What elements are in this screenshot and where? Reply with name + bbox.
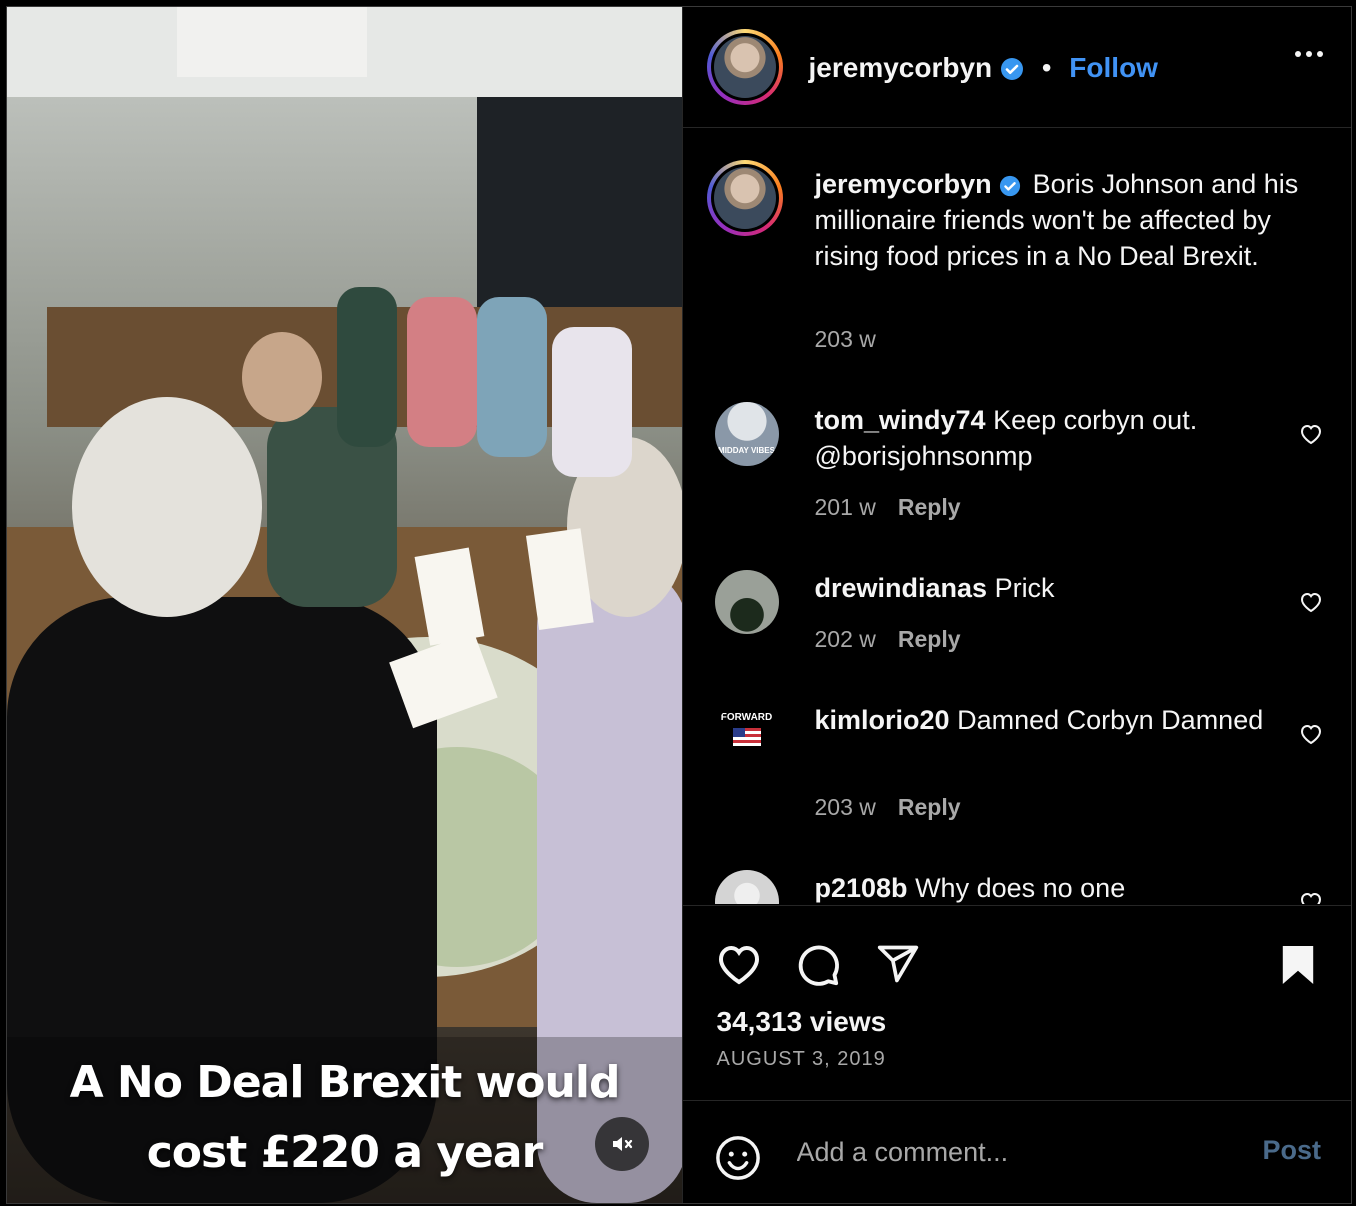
- comment-avatar[interactable]: [714, 570, 779, 634]
- follow-button[interactable]: Follow: [1069, 52, 1158, 83]
- video-caption-line1: A No Deal Brexit would: [69, 1057, 621, 1108]
- post-date: AUGUST 3, 2019: [716, 1048, 886, 1070]
- reply-button[interactable]: Reply: [898, 626, 961, 652]
- author-avatar[interactable]: [706, 29, 783, 105]
- mute-icon: [613, 1137, 633, 1151]
- post-comment-button[interactable]: Post: [1262, 1135, 1321, 1166]
- views-count: 34,313 views: [716, 1006, 887, 1037]
- comment-text: Prick: [994, 573, 1055, 603]
- comment-meta: 201 w Reply: [815, 494, 961, 521]
- comment-username[interactable]: tom_windy74: [815, 405, 986, 435]
- separator-dot: •: [1041, 52, 1052, 83]
- comment-time: 203 w: [814, 794, 876, 820]
- market-scene-image: [7, 7, 682, 1203]
- share-icon[interactable]: [875, 942, 921, 986]
- emoji-icon[interactable]: [715, 1135, 761, 1181]
- comment-time: 202 w: [814, 626, 876, 652]
- post-dialog: A No Deal Brexit would cost £220 a year …: [6, 6, 1352, 1204]
- comment-avatar[interactable]: [714, 870, 779, 904]
- post-actions: 34,313 views AUGUST 3, 2019: [682, 905, 1351, 1101]
- post-header: jeremycorbyn • Follow: [682, 7, 1351, 128]
- comment-text: Why does no one: [915, 873, 1126, 903]
- comment-avatar[interactable]: FORWARD: [714, 702, 779, 766]
- comment-username[interactable]: kimlorio20: [815, 705, 950, 735]
- comment-text-block: p2108b Why does no one: [815, 870, 1285, 904]
- author-username[interactable]: jeremycorbyn: [809, 52, 993, 83]
- mute-button[interactable]: [595, 1117, 649, 1171]
- caption-username[interactable]: jeremycorbyn: [815, 169, 992, 199]
- comment-avatar[interactable]: MIDDAY VIBES: [714, 402, 779, 466]
- comments-list[interactable]: jeremycorbyn Boris Johnson and his milli…: [683, 128, 1352, 904]
- post-sidebar: jeremycorbyn • Follow jeremycorbyn Boris…: [681, 7, 1352, 1205]
- comment-like-icon[interactable]: [1299, 591, 1323, 613]
- more-options-button[interactable]: [1295, 51, 1323, 57]
- comment-input[interactable]: [794, 1131, 1239, 1173]
- comment-meta: 202 w Reply: [815, 626, 961, 653]
- caption-text-block: jeremycorbyn Boris Johnson and his milli…: [815, 166, 1305, 274]
- comment-text-block: kimlorio20 Damned Corbyn Damned: [815, 702, 1285, 738]
- comment-username[interactable]: drewindianas: [815, 573, 988, 603]
- reply-button[interactable]: Reply: [898, 494, 961, 520]
- like-icon[interactable]: [715, 942, 763, 986]
- header-user-row: jeremycorbyn • Follow: [809, 51, 1158, 85]
- comment-text-block: drewindianas Prick: [815, 570, 1285, 606]
- comment-icon[interactable]: [795, 942, 841, 988]
- comment-username[interactable]: p2108b: [815, 873, 908, 903]
- verified-icon: [1000, 175, 1021, 197]
- caption-timestamp: 203 w: [814, 326, 876, 352]
- comment-like-icon[interactable]: [1299, 891, 1323, 904]
- avatar-label: FORWARD: [720, 712, 773, 723]
- flag-icon: [732, 728, 761, 746]
- post-video[interactable]: A No Deal Brexit would cost £220 a year: [7, 7, 682, 1203]
- avatar-label: MIDDAY VIBES: [718, 446, 775, 455]
- comment-like-icon[interactable]: [1299, 723, 1323, 745]
- save-icon[interactable]: [1279, 944, 1317, 986]
- more-icon: [1295, 51, 1323, 57]
- caption-author-avatar[interactable]: [706, 160, 783, 236]
- video-caption-line2: cost £220 a year: [146, 1127, 544, 1178]
- comment-like-icon[interactable]: [1299, 423, 1323, 445]
- comment-text: Damned Corbyn Damned: [957, 705, 1264, 735]
- add-comment-bar: Post: [683, 1101, 1352, 1205]
- verified-icon: [1000, 58, 1023, 80]
- comment-meta: 203 w Reply: [815, 794, 961, 821]
- reply-button[interactable]: Reply: [898, 794, 961, 820]
- comment-time: 201 w: [814, 494, 876, 520]
- comment-text-block: tom_windy74 Keep corbyn out. @borisjohns…: [815, 402, 1285, 474]
